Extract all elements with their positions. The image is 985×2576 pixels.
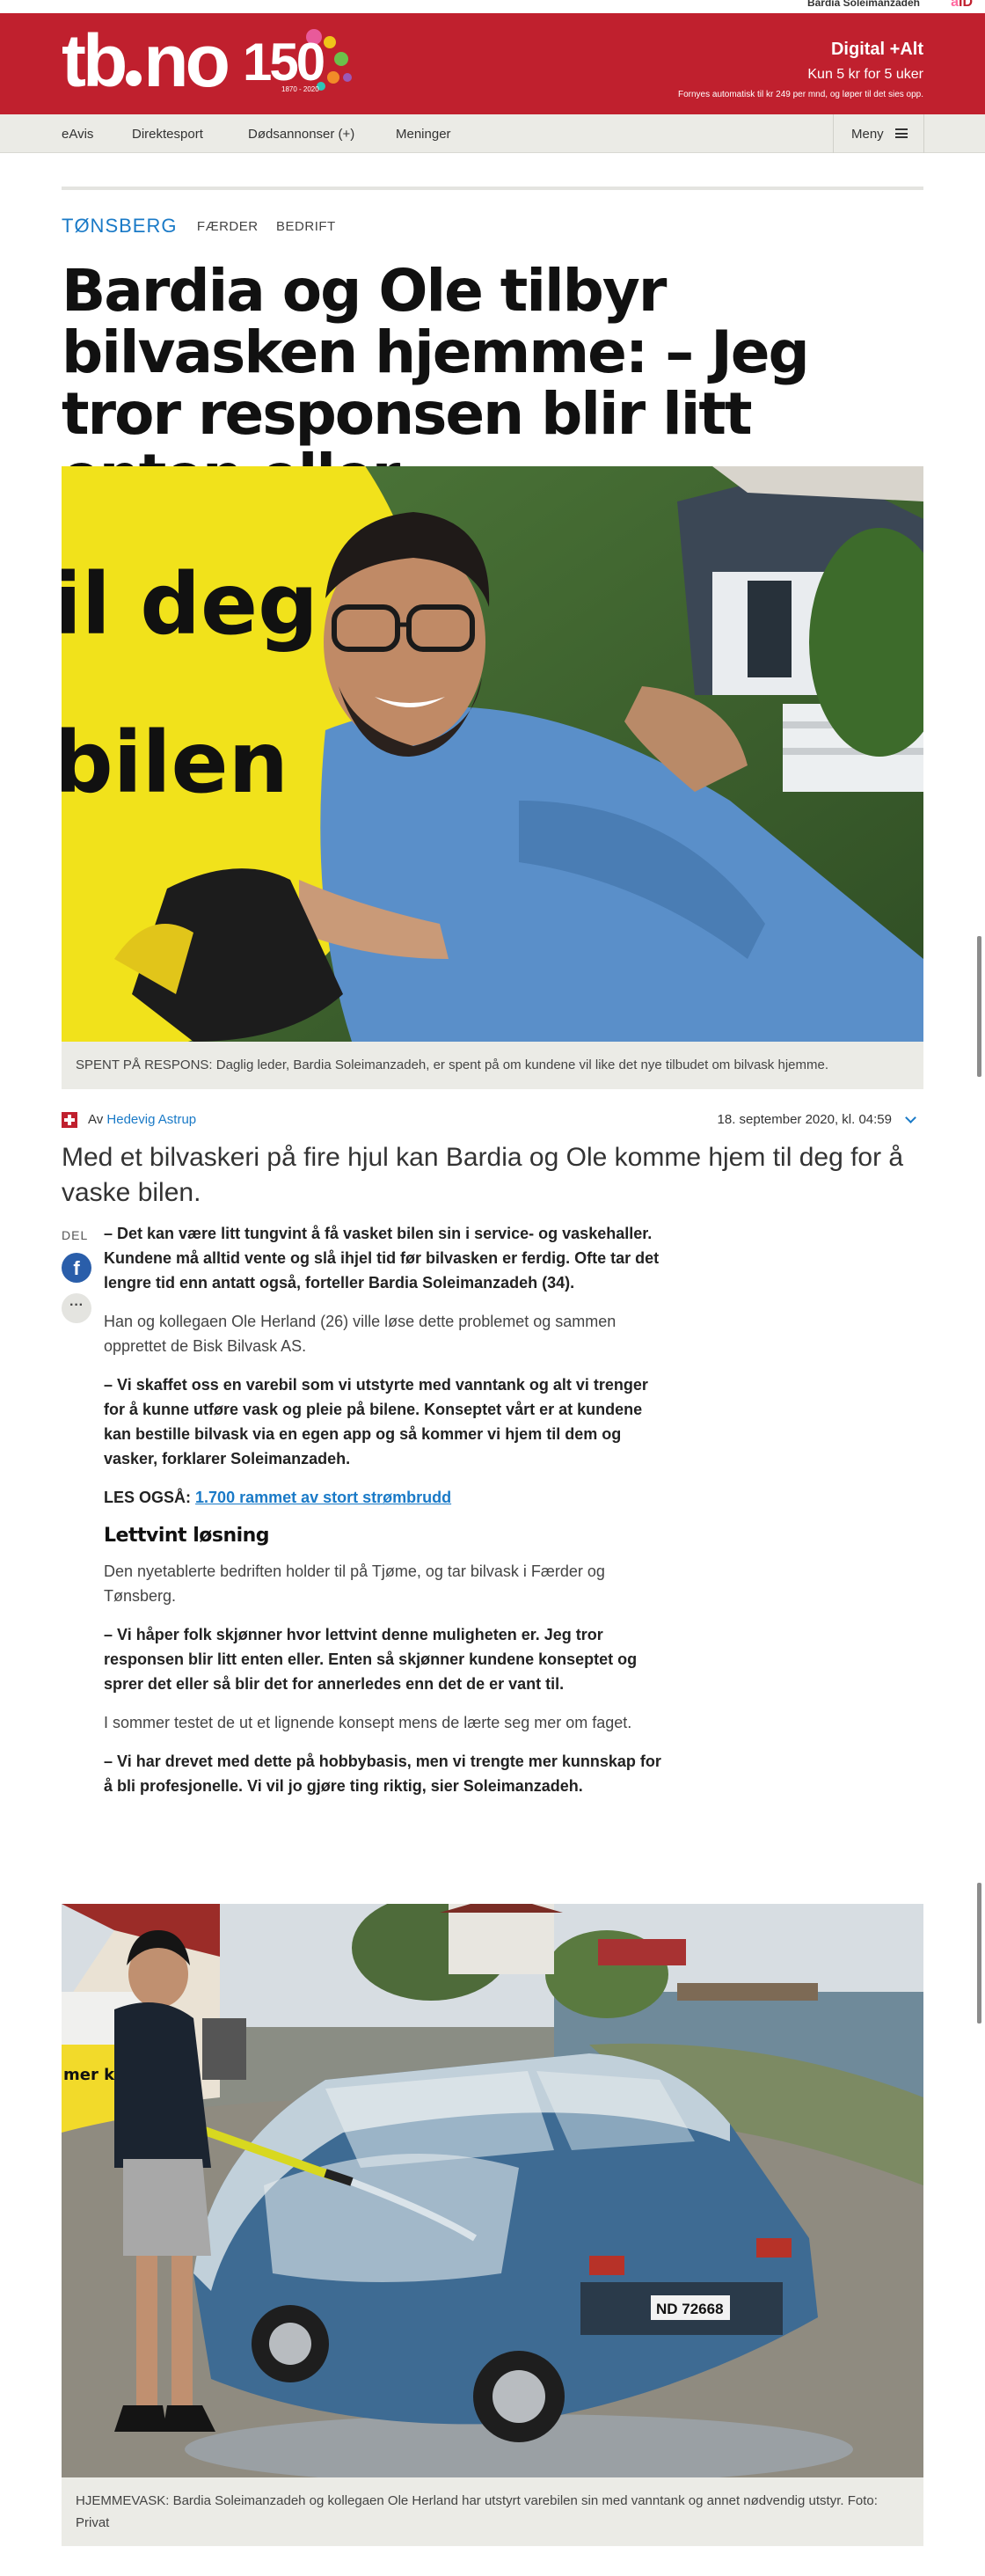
- body-paragraph: Den nyetablerte bedriften holder til på …: [104, 1562, 605, 1605]
- share-label: DEL: [62, 1228, 89, 1242]
- tag-faerder[interactable]: FÆRDER: [197, 219, 259, 234]
- byline-prefix: Av: [88, 1112, 104, 1127]
- share-panel: DEL f ···: [62, 1228, 93, 1323]
- body-paragraph: Han og kollegaen Ole Herland (26) ville …: [104, 1313, 617, 1355]
- tag-section[interactable]: TØNSBERG: [62, 215, 177, 237]
- article-body: – Det kan være litt tungvint å få vasket…: [104, 1221, 667, 1812]
- tb-logo[interactable]: tb no: [62, 24, 230, 98]
- scrollbar-thumb[interactable]: [977, 1883, 981, 2023]
- body-paragraph: – Vi har drevet med dette på hobbybasis,…: [104, 1753, 661, 1795]
- tag-bedrift[interactable]: BEDRIFT: [276, 219, 336, 234]
- subheading: Lettvint løsning: [104, 1525, 270, 1547]
- read-also: LES OGSÅ: 1.700 rammet av stort strømbru…: [104, 1485, 667, 1510]
- more-share-icon[interactable]: ···: [62, 1293, 91, 1323]
- read-also-label: LES OGSÅ:: [104, 1489, 192, 1506]
- body-paragraph: – Det kan være litt tungvint å få vasket…: [104, 1225, 660, 1292]
- nav-item-dodsannonser[interactable]: Dødsannonser (+): [248, 127, 354, 142]
- photo-caption-main: SPENT PÅ RESPONS: Daglig leder, Bardia S…: [62, 1042, 923, 1089]
- jubilee-number: 150: [243, 33, 325, 91]
- photo-portrait-illustration: il deg bilen: [62, 466, 923, 1042]
- promo-offer: Kun 5 kr for 5 uker: [807, 67, 923, 82]
- user-name[interactable]: Bardia Soleimanzadeh: [807, 0, 920, 9]
- facebook-share-icon[interactable]: f: [62, 1253, 91, 1283]
- article-tags: TØNSBERG FÆRDER BEDRIFT: [62, 215, 350, 238]
- menu-label: Meny: [851, 127, 884, 142]
- section-divider: [62, 187, 923, 190]
- sign-text-2: bilen: [62, 714, 288, 812]
- photo-carwash-illustration: mer kes ND 72668: [62, 1904, 923, 2477]
- body-paragraph: I sommer testet de ut et lignende konsep…: [104, 1714, 632, 1731]
- top-strip: Bardia Soleimanzadeh aID: [0, 0, 985, 13]
- article-photo-carwash: mer kes ND 72668: [62, 1904, 923, 2477]
- jubilee-150-logo: 150 1870 - 2020: [243, 29, 357, 101]
- aid-logo[interactable]: aID: [951, 0, 973, 11]
- publish-date: 18. september 2020, kl. 04:59: [717, 1112, 892, 1127]
- body-paragraph: – Vi håper folk skjønner hvor lettvint d…: [104, 1626, 638, 1693]
- promo-fineprint: Fornyes automatisk til kr 249 per mnd, o…: [677, 90, 923, 99]
- masthead: tb no 150 1870 - 2020 Digital +Alt Kun 5 …: [0, 13, 985, 114]
- scrollbar-thumb[interactable]: [977, 936, 981, 1077]
- chevron-down-icon[interactable]: [905, 1112, 916, 1123]
- menu-button[interactable]: Meny: [833, 114, 924, 153]
- subscription-promo[interactable]: Digital +Alt Kun 5 kr for 5 uker Fornyes…: [678, 40, 923, 99]
- nav-item-meninger[interactable]: Meninger: [396, 127, 451, 142]
- jubilee-years: 1870 - 2020: [281, 85, 319, 93]
- article-lead: Med et bilvaskeri på fire hjul kan Bardi…: [62, 1143, 904, 1207]
- read-also-link[interactable]: 1.700 rammet av stort strømbrudd: [195, 1489, 451, 1506]
- byline: Av Hedevig Astrup 18. september 2020, kl…: [62, 1110, 923, 1131]
- nav-item-direktesport[interactable]: Direktesport: [132, 127, 203, 142]
- author-link[interactable]: Hedevig Astrup: [106, 1112, 196, 1127]
- nav-item-eavis[interactable]: eAvis: [62, 127, 93, 142]
- sign-text-1: il deg: [62, 555, 318, 654]
- hamburger-icon: [895, 128, 908, 138]
- tb-flag-icon: [62, 1112, 77, 1128]
- nav-bar: eAvis Direktesport Dødsannonser (+) Meni…: [0, 114, 985, 153]
- promo-title: Digital +Alt: [830, 40, 923, 59]
- body-paragraph: – Vi skaffet oss en varebil som vi utsty…: [104, 1376, 648, 1467]
- photo-caption-carwash: HJEMMEVASK: Bardia Soleimanzadeh og koll…: [62, 2477, 923, 2546]
- article-photo-main: il deg bilen: [62, 466, 923, 1042]
- license-plate: ND 72668: [656, 2301, 724, 2317]
